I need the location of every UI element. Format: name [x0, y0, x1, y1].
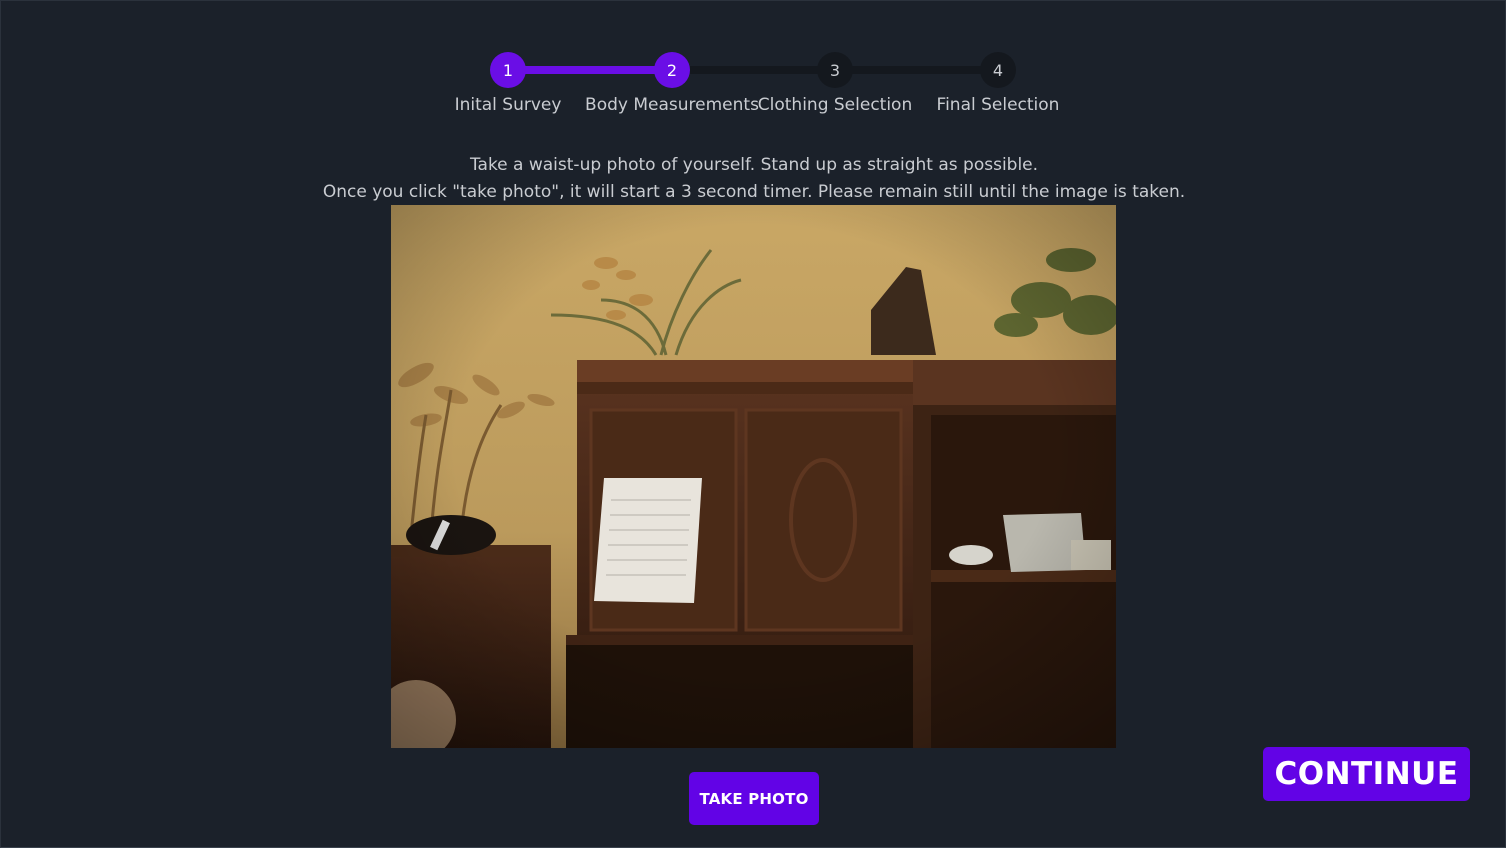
step-1-indicator[interactable]: 1: [490, 52, 526, 88]
step-connector-1-2: [508, 66, 672, 74]
camera-feed: [391, 205, 1116, 748]
instruction-line-2: Once you click "take photo", it will sta…: [322, 182, 1186, 202]
step-connector-3-4: [835, 66, 998, 74]
instructions: Take a waist-up photo of yourself. Stand…: [1, 152, 1506, 206]
step-2-indicator[interactable]: 2: [654, 52, 690, 88]
instruction-line-1: Take a waist-up photo of yourself. Stand…: [469, 155, 1039, 175]
camera-image: [391, 205, 1116, 748]
continue-button[interactable]: CONTINUE: [1263, 747, 1470, 801]
progress-stepper: 1 2 3 4 Inital Survey Body Measurements …: [1, 1, 1506, 131]
step-4-indicator[interactable]: 4: [980, 52, 1016, 88]
step-2-label: Body Measurements: [585, 95, 759, 115]
step-1-label: Inital Survey: [454, 95, 562, 115]
step-connector-2-3: [672, 66, 835, 74]
step-4-label: Final Selection: [936, 95, 1060, 115]
take-photo-button[interactable]: TAKE PHOTO: [689, 772, 819, 825]
step-3-indicator[interactable]: 3: [817, 52, 853, 88]
app-window: 1 2 3 4 Inital Survey Body Measurements …: [0, 0, 1506, 848]
step-3-label: Clothing Selection: [757, 95, 913, 115]
